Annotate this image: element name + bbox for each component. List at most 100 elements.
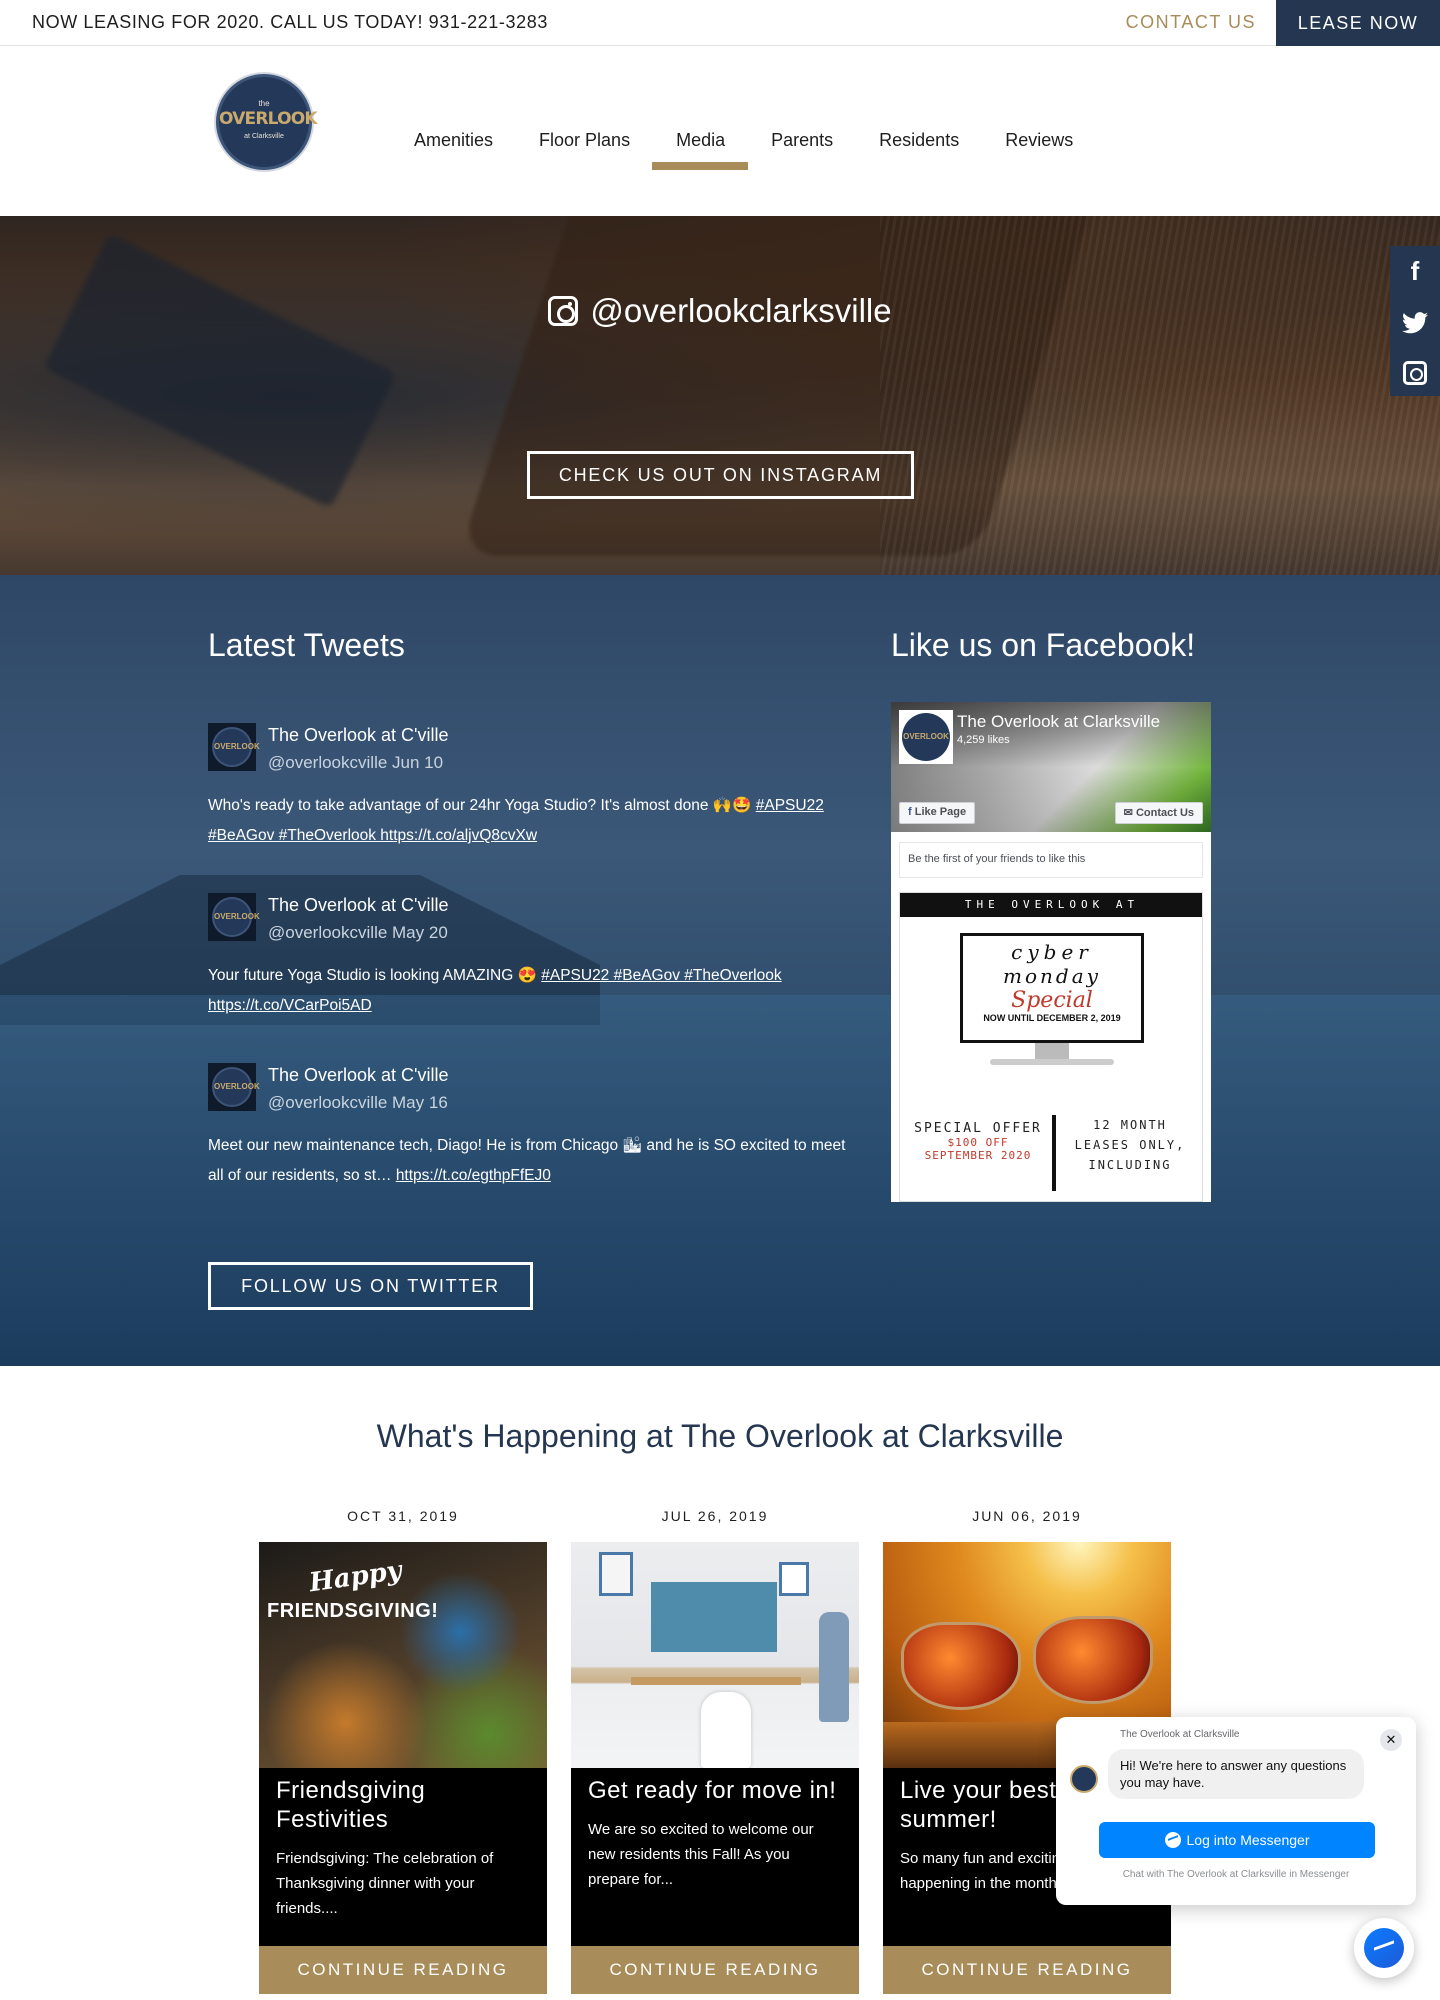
sunglasses-lens [1033,1616,1153,1704]
blog-post-card: OCT 31, 2019 Happy FRIENDSGIVING! Friend… [259,1508,547,1994]
facebook-post-image[interactable]: THE OVERLOOK AT CLARKSVILLE cyber monday… [899,892,1203,1202]
nav-item-parents[interactable]: Parents [771,130,833,151]
offer-right: 12 MONTH LEASES ONLY, INCLUDING [1074,1118,1186,1172]
image-text-happy: Happy [307,1555,404,1599]
follow-twitter-button[interactable]: FOLLOW US ON TWITTER [208,1262,533,1310]
tweet-avatar[interactable]: OVERLOOK [208,893,260,941]
keyboard-shape [990,1059,1114,1065]
messenger-avatar [1070,1765,1098,1793]
tweet-links[interactable]: https://t.co/egthpFfEJ0 [396,1167,551,1184]
post-summary: Friendsgiving Festivities Friendsgiving:… [259,1768,547,1946]
instagram-icon [548,296,579,326]
messenger-note: Chat with The Overlook at Clarksville in… [1122,1869,1350,1880]
twitter-icon[interactable] [1390,296,1440,346]
tweet-avatar[interactable]: OVERLOOK [208,1063,260,1111]
post-date: JUN 06, 2019 [972,1508,1082,1524]
tweet-text-body: Who's ready to take advantage of our 24h… [208,797,756,814]
top-bar: NOW LEASING FOR 2020. CALL US TODAY! 931… [0,0,1440,46]
nav-item-amenities[interactable]: Amenities [414,130,493,151]
desk-shape [631,1677,801,1685]
tweet-author-name[interactable]: The Overlook at C'ville [268,725,449,746]
main-nav: Amenities Floor Plans Media Parents Resi… [414,130,1119,151]
logo-sub: at Clarksville [244,133,284,140]
post-date: OCT 31, 2019 [347,1508,459,1524]
instagram-icon[interactable] [1390,346,1440,396]
post-title[interactable]: Friendsgiving Festivities [276,1776,530,1834]
wall-frame [599,1552,633,1596]
post-banner: THE OVERLOOK AT CLARKSVILLE [900,893,1202,935]
envelope-icon: ✉ [1123,807,1133,819]
post-excerpt: Friendsgiving: The celebration of Thanks… [276,1850,494,1917]
image-text-friendsgiving: FRIENDSGIVING! [267,1600,439,1622]
lease-now-button[interactable]: LEASE NOW [1276,0,1440,46]
cyber-monday-screen: cyber monday Special NOW UNTIL DECEMBER … [960,933,1144,1043]
leasing-announcement: NOW LEASING FOR 2020. CALL US TODAY! 931… [32,12,548,32]
close-icon[interactable]: ✕ [1380,1729,1402,1751]
facebook-page-name[interactable]: The Overlook at Clarksville [957,712,1160,732]
messenger-page-name: The Overlook at Clarksville [1120,1729,1240,1740]
tweet-handle-date[interactable]: @overlookcville Jun 10 [268,753,443,773]
tweet-handle-date[interactable]: @overlookcville May 20 [268,923,448,943]
avatar-logo: OVERLOOK [902,713,950,761]
continue-reading-button[interactable]: CONTINUE READING [259,1946,547,1994]
facebook-contact-button[interactable]: ✉ Contact Us [1114,802,1203,824]
tweet-avatar[interactable]: OVERLOOK [208,723,260,771]
social-feeds-section: Latest Tweets Like us on Facebook! OVERL… [0,575,1440,1366]
messenger-icon [1164,1832,1181,1848]
sunglasses-lens [901,1622,1021,1710]
nav-item-media[interactable]: Media [676,130,725,151]
tweet-handle-date[interactable]: @overlookcville May 16 [268,1093,448,1113]
logo-main: OVERLOOK [219,109,318,129]
post-image[interactable] [571,1542,859,1768]
chair-shape [701,1692,751,1768]
post-excerpt: We are so excited to welcome our new res… [588,1821,814,1888]
messenger-launcher[interactable] [1354,1918,1414,1978]
messenger-greeting: Hi! We're here to answer any questions y… [1108,1749,1364,1799]
contact-button-label: Contact Us [1135,807,1194,819]
continue-reading-button[interactable]: CONTINUE READING [883,1946,1171,1994]
coat-shape [819,1612,849,1722]
site-header: the OVERLOOK at Clarksville Amenities Fl… [0,46,1440,216]
contact-us-link[interactable]: CONTACT US [1126,12,1256,33]
instagram-hero: @overlookclarksville CHECK US OUT ON INS… [0,216,1440,575]
tweet-text: Who's ready to take advantage of our 24h… [208,791,848,851]
nav-item-floor-plans[interactable]: Floor Plans [539,130,630,151]
active-nav-indicator [652,162,748,170]
nav-item-reviews[interactable]: Reviews [1005,130,1073,151]
facebook-icon: f [908,806,912,818]
monday-text: monday [1003,964,1101,988]
facebook-likes-count: 4,259 likes [957,734,1010,746]
tweet-author-name[interactable]: The Overlook at C'ville [268,895,449,916]
avatar-logo: OVERLOOK [212,897,260,937]
messenger-login-label: Log into Messenger [1186,1832,1310,1848]
offer-left: SPECIAL OFFER $100 OFF SEPTEMBER 2020 [908,1121,1048,1162]
post-date: JUL 26, 2019 [661,1508,769,1524]
nav-item-residents[interactable]: Residents [879,130,959,151]
continue-reading-button[interactable]: CONTINUE READING [571,1946,859,1994]
instagram-cta-button[interactable]: CHECK US OUT ON INSTAGRAM [527,451,914,499]
latest-tweets-heading: Latest Tweets [208,627,405,663]
facebook-icon[interactable]: f [1390,246,1440,296]
special-text: Special [1011,988,1093,1013]
hero-overlay [0,216,1440,575]
monitor-stand [1035,1043,1069,1059]
post-image[interactable]: Happy FRIENDSGIVING! [259,1542,547,1768]
tweet-author-name[interactable]: The Overlook at C'ville [268,1065,449,1086]
facebook-widget: OVERLOOK The Overlook at Clarksville 4,2… [891,702,1211,1202]
messenger-login-button[interactable]: Log into Messenger [1099,1822,1375,1858]
cyber-text: cyber [1011,940,1093,964]
avatar-logo: OVERLOOK [212,727,260,767]
instagram-handle-text: @overlookclarksville [590,292,892,329]
offer-amount: $100 OFF [947,1136,1009,1149]
wall-frame [779,1562,809,1596]
wall-map [651,1582,777,1652]
post-title[interactable]: Get ready for move in! [588,1776,842,1805]
facebook-like-button[interactable]: f Like Page [899,802,976,824]
tweet-text: Meet our new maintenance tech, Diago! He… [208,1131,848,1191]
site-logo[interactable]: the OVERLOOK at Clarksville [216,74,318,170]
logo-the: the [258,99,270,108]
offer-month: SEPTEMBER 2020 [924,1149,1032,1162]
facebook-page-avatar[interactable]: OVERLOOK [899,710,953,764]
like-button-label: Like Page [914,806,967,818]
facebook-heading: Like us on Facebook! [891,627,1196,663]
